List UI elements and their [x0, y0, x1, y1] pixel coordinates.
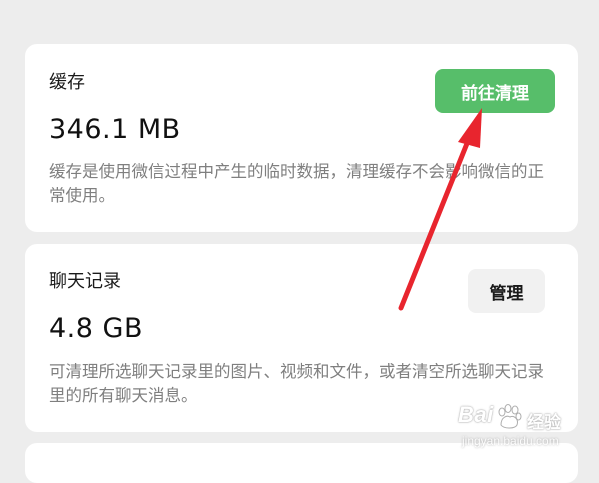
go-clean-button[interactable]: 前往清理 [435, 69, 555, 113]
chat-history-title: 聊天记录 [49, 271, 121, 292]
baidu-jingyan-watermark: Bai 经验 jingyan.baidu.com [458, 400, 583, 458]
baidu-paw-icon [498, 404, 522, 429]
watermark-brand: Bai [458, 402, 494, 427]
cache-description: 缓存是使用微信过程中产生的临时数据，清理缓存不会影响微信的正常使用。 [49, 162, 544, 205]
watermark-url: jingyan.baidu.com [462, 434, 559, 448]
cache-size: 346.1 MB [49, 114, 181, 145]
chat-history-size: 4.8 GB [49, 313, 143, 344]
cache-card: 缓存 346.1 MB 前往清理 缓存是使用微信过程中产生的临时数据，清理缓存不… [25, 44, 578, 232]
manage-button[interactable]: 管理 [468, 269, 545, 313]
watermark-jingyan: 经验 [527, 413, 561, 433]
cache-title: 缓存 [49, 72, 85, 93]
